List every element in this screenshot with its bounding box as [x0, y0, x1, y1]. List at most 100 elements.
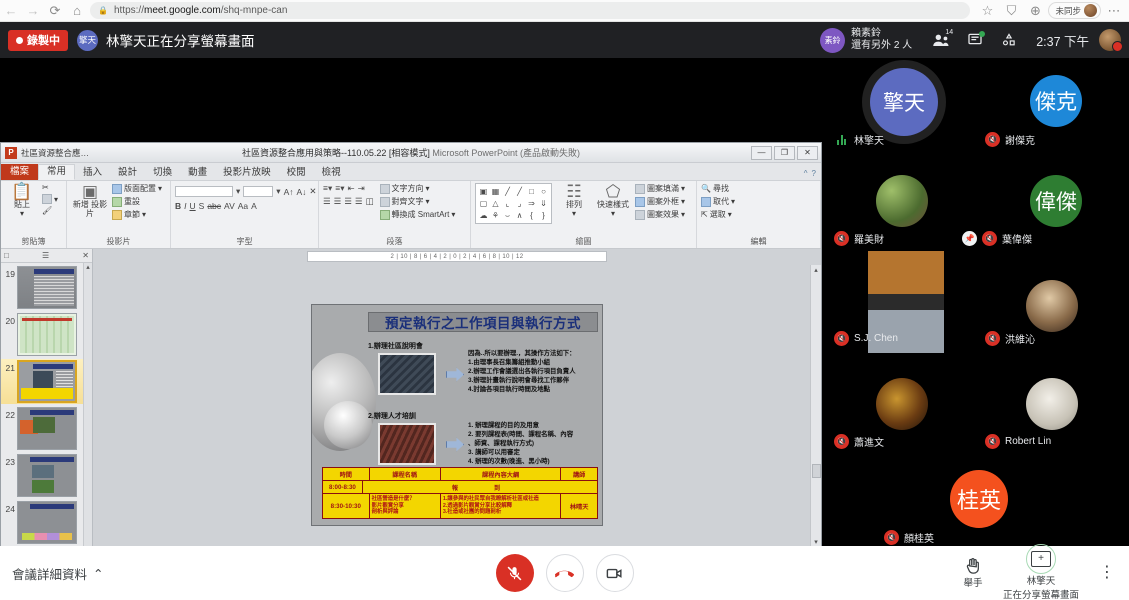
collections-icon[interactable]: ⛉ [1000, 0, 1022, 22]
shape-rounded-rect-icon[interactable]: ▢ [478, 198, 489, 209]
cut-button[interactable]: ✂ [42, 183, 58, 192]
tab-animations[interactable]: 動畫 [180, 166, 215, 181]
close-button[interactable]: ✕ [797, 145, 818, 160]
shape-rectangle-icon[interactable]: □ [526, 186, 537, 197]
bullets-icon[interactable]: ≡▾ [323, 183, 332, 194]
slide-thumbnail-panel[interactable]: □ ☰ ✕ 19 20 21 22 23 24 ▴ [1, 249, 93, 563]
slide-title[interactable]: 預定執行之工作項目與執行方式 [368, 312, 598, 332]
thumbnail-image[interactable] [17, 407, 77, 450]
slide-vertical-scrollbar[interactable]: ▴ ▾ ↟ ↡ [810, 265, 821, 563]
shadow-button[interactable]: S [199, 201, 205, 211]
thumbnail-image[interactable] [17, 501, 77, 544]
participant-tile[interactable] [1026, 378, 1078, 430]
paste-button[interactable]: 📋 貼上 ▾ [5, 183, 39, 218]
new-slide-button[interactable]: ▣ 新增 投影片 [71, 183, 109, 218]
shape-down-arrow-icon[interactable]: ⇓ [538, 198, 549, 209]
help-icon[interactable]: ? [812, 169, 816, 178]
favorite-icon[interactable]: ☆ [976, 0, 998, 22]
self-avatar[interactable] [1099, 29, 1123, 52]
shape-picture-icon[interactable]: ▦ [490, 186, 501, 197]
restore-panel-icon[interactable]: □ [4, 251, 9, 260]
more-options-icon[interactable]: ⋮ [1099, 565, 1115, 580]
shape-effects-button[interactable]: 圖案效果 ▾ [635, 209, 685, 220]
shape-cloud-icon[interactable]: ☁ [478, 210, 489, 221]
slide-section-1-heading[interactable]: 1.辦理社區說明會 [368, 341, 423, 351]
font-size-caret-icon[interactable]: ▾ [276, 186, 280, 197]
scroll-down-icon[interactable]: ▾ [814, 538, 818, 546]
align-center-icon[interactable]: ☰ [334, 196, 342, 207]
extensions-icon[interactable]: ⊕ [1024, 0, 1046, 22]
tab-insert[interactable]: 插入 [75, 166, 110, 181]
thumbnail-item[interactable]: 20 [1, 312, 83, 357]
grow-font-icon[interactable]: A↑ [284, 187, 294, 197]
align-left-icon[interactable]: ☰ [323, 196, 331, 207]
shared-screen-stage[interactable]: P 社區資源整合應… 社區資源整合應用與策略--110.05.22 [相容模式]… [0, 58, 822, 580]
thumbnail-list[interactable]: 19 20 21 22 23 24 [1, 263, 83, 563]
select-button[interactable]: ⇱ 選取 ▾ [701, 209, 735, 220]
decrease-indent-icon[interactable]: ⇤ [347, 183, 354, 194]
paste-caret-icon[interactable]: ▾ [20, 209, 24, 218]
meeting-details-button[interactable]: 會議詳細資料 ⌃ [0, 564, 104, 583]
thumbnail-image[interactable] [17, 360, 77, 403]
clear-formatting-icon[interactable]: ✕ [309, 186, 316, 197]
font-family-caret-icon[interactable]: ▾ [236, 186, 240, 197]
reload-icon[interactable]: ⟳ [44, 0, 66, 22]
address-bar[interactable]: 🔒 https://meet.google.com/shq-mnpe-can [90, 2, 971, 19]
shape-outline-button[interactable]: 圖案外框 ▾ [635, 196, 685, 207]
arrange-button[interactable]: ☷ 排列 ▾ [557, 183, 591, 218]
copy-button[interactable]: ▾ [42, 194, 58, 204]
replace-button[interactable]: 取代 ▾ [701, 196, 735, 207]
shape-elbow2-icon[interactable]: ⌟ [514, 198, 525, 209]
quick-styles-button[interactable]: ⬠ 快速樣式 ▾ [596, 183, 630, 218]
panel-tab-icon[interactable]: ☰ [42, 251, 49, 260]
restore-button[interactable]: ❐ [774, 145, 795, 160]
shape-right-arrow-icon[interactable]: ⇒ [526, 198, 537, 209]
shape-fill-button[interactable]: 圖案填滿 ▾ [635, 183, 685, 194]
participant-tile[interactable]: 桂英 [950, 470, 1008, 528]
collapse-ribbon-icon[interactable]: ^ [804, 169, 808, 178]
chat-icon[interactable] [958, 22, 992, 58]
thumbnail-image[interactable] [17, 313, 77, 356]
thumbnail-scrollbar[interactable]: ▴ ▾ [83, 263, 92, 563]
convert-smartart-button[interactable]: 轉換成 SmartArt ▾ [379, 209, 455, 220]
shape-triangle-icon[interactable]: △ [490, 198, 501, 209]
font-family-select[interactable] [175, 186, 233, 197]
reset-button[interactable]: 重設 [112, 196, 162, 207]
shape-flow-icon[interactable]: ⚘ [490, 210, 501, 221]
shape-brace-left-icon[interactable]: { [526, 210, 537, 221]
camera-toggle-button[interactable] [595, 554, 634, 592]
participant-tile[interactable] [876, 378, 928, 430]
thumbnail-image[interactable] [17, 454, 77, 497]
columns-icon[interactable]: ◫ [366, 196, 374, 207]
slide-editing-area[interactable]: 2 | 10 | 8 | 6 | 4 | 2 | 0 | 2 | 4 | 6 |… [93, 249, 821, 563]
scroll-up-icon[interactable]: ▴ [86, 263, 90, 271]
slide-block-1-text[interactable]: 因為..所以要辦理.，其操作方法如下： 1.由理事長召集籌組推動小組 2.辦理工… [468, 349, 598, 394]
participant-tile[interactable]: 偉傑 [1030, 175, 1082, 227]
tab-transitions[interactable]: 切換 [145, 166, 180, 181]
find-button[interactable]: 🔍 尋找 [701, 183, 735, 194]
shape-elbow-icon[interactable]: ⌞ [502, 198, 513, 209]
profile-button[interactable]: 未同步 [1048, 2, 1101, 19]
hangup-button[interactable] [545, 554, 584, 592]
strikethrough-button[interactable]: abc [207, 201, 221, 211]
shrink-font-icon[interactable]: A↓ [296, 187, 306, 197]
numbering-icon[interactable]: ≡▾ [335, 183, 344, 194]
participant-tile[interactable] [1026, 280, 1078, 332]
scrollbar-thumb[interactable] [811, 464, 821, 478]
tab-home[interactable]: 常用 [38, 163, 76, 180]
format-painter-button[interactable]: 🖌 [42, 206, 58, 215]
shape-oval-icon[interactable]: ○ [538, 186, 549, 197]
shapes-gallery[interactable]: ▣ ▦ ╱ ╱ □ ○ ▢ △ ⌞ ⌟ ⇒ ⇓ ☁ ⚘ ⌣ ∧ {} [475, 183, 552, 224]
tab-review[interactable]: 校閱 [279, 166, 314, 181]
slide-section-2-heading[interactable]: 2.辦理人才培訓 [368, 411, 416, 421]
shape-brace-right-icon[interactable]: } [538, 210, 549, 221]
character-spacing-button[interactable]: AV [224, 201, 235, 211]
forward-icon[interactable]: → [22, 0, 44, 22]
raise-hand-button[interactable]: 舉手 [963, 556, 983, 590]
powerpoint-window[interactable]: P 社區資源整合應… 社區資源整合應用與策略--110.05.22 [相容模式]… [0, 142, 822, 580]
home-icon[interactable]: ⌂ [66, 0, 88, 22]
shape-arc-icon[interactable]: ∧ [514, 210, 525, 221]
host-chip[interactable]: 素鈴 賴素鈴 還有另外 2 人 [820, 27, 912, 53]
slide-image-2[interactable] [378, 423, 436, 465]
shape-curve-icon[interactable]: ⌣ [502, 210, 513, 221]
